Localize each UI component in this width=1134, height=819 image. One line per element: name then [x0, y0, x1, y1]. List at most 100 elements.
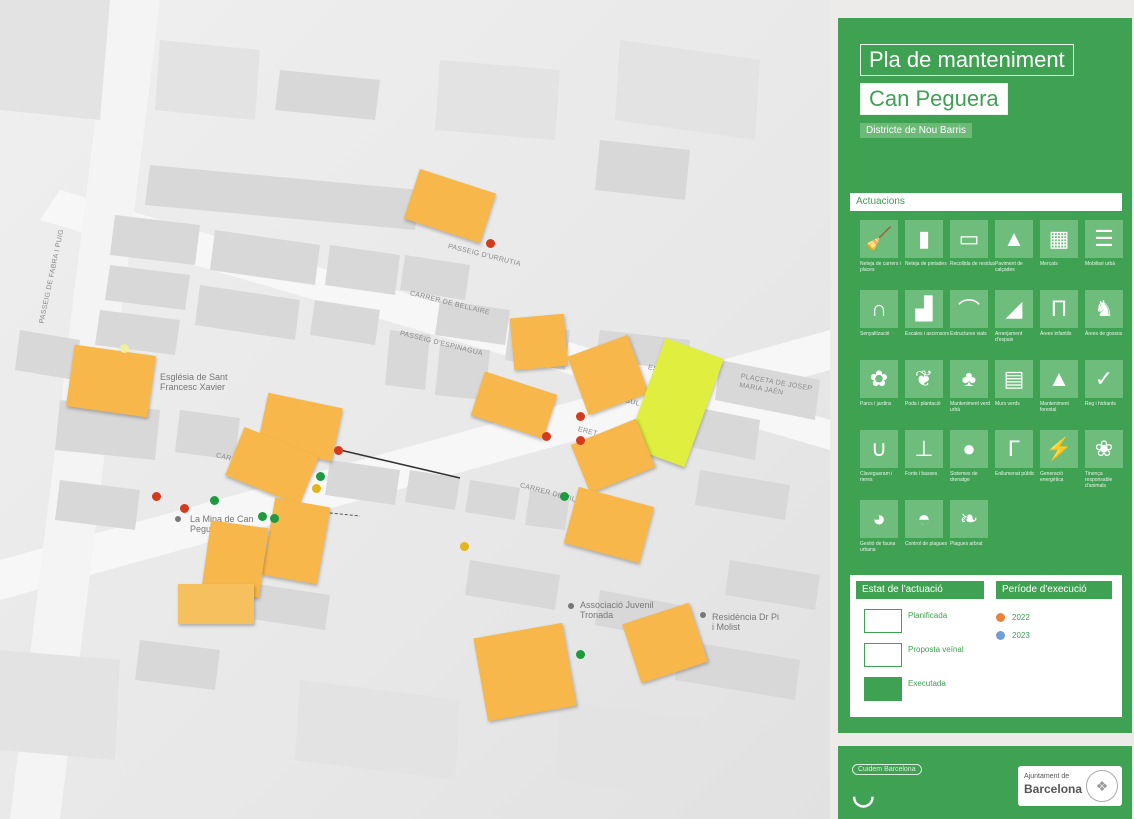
legend-panel: Pla de manteniment Can Peguera Districte…: [838, 18, 1132, 733]
status-executed-label: Executada: [908, 679, 946, 688]
yellow-dot: [312, 484, 321, 493]
status-proposal-label: Proposta veïnal: [908, 645, 964, 654]
actuacio-label: Paviment de calçades: [995, 261, 1023, 273]
red-dot: [180, 504, 189, 513]
status-heading: Estat de l'actuació: [856, 581, 984, 599]
actuacio-label: Senyalització: [860, 331, 890, 337]
actuacio-label: Estructures vials: [950, 331, 987, 337]
trowel-icon: ◢: [995, 290, 1033, 328]
green-dot: [210, 496, 219, 505]
ajuntament-logo: Ajuntament de Barcelona ❖: [1018, 766, 1122, 806]
red-dot: [334, 446, 343, 455]
swing-icon: Π: [1040, 290, 1078, 328]
u-turn-icon: ∩: [860, 290, 898, 328]
green-dot: [258, 512, 267, 521]
pale-yellow-dot: [120, 344, 129, 353]
cuidem-tag: Cuidem Barcelona: [852, 764, 922, 775]
yellow-dot: [460, 542, 469, 551]
district-label: Districte de Nou Barris: [860, 123, 973, 138]
actuacio-label: Neteja de pintades: [905, 261, 947, 267]
rat-icon: ◓: [905, 500, 943, 538]
fountain-icon: ⊥: [905, 430, 943, 468]
sewer-icon: ∪: [860, 430, 898, 468]
actuacio-label: Escales i ascensors: [905, 331, 950, 337]
lightning-icon: ⚡: [1040, 430, 1078, 468]
city-seal-icon: ❖: [1086, 770, 1118, 802]
wall-plant-icon: ▤: [995, 360, 1033, 398]
place-marker: [700, 612, 706, 618]
actuacions-heading: Actuacions: [850, 193, 1122, 211]
actuacio-label: Fonts i basses: [905, 471, 938, 477]
period-2023-label: 2023: [1012, 631, 1030, 640]
sticky-note: [473, 622, 577, 722]
red-dot: [486, 239, 495, 248]
status-proposal-icon: [864, 643, 902, 667]
panel-title-line2: Can Peguera: [860, 83, 1008, 115]
red-dot: [576, 412, 585, 421]
green-dot: [316, 472, 325, 481]
broom-bucket-icon: 🧹: [860, 220, 898, 258]
red-dot: [576, 436, 585, 445]
actuacio-label: Plagues arbrat: [950, 541, 983, 547]
pot-plant-icon: ♣: [950, 360, 988, 398]
red-dot: [542, 432, 551, 441]
actuacio-label: Clavegueram i rieres: [860, 471, 893, 483]
actuacio-label: Àrees de gossos: [1085, 331, 1123, 337]
status-planned-label: Planificada: [908, 611, 948, 620]
actuacio-label: Neteja de carrers i places: [860, 261, 901, 273]
sticky-note: [178, 584, 254, 624]
paw-icon: ❀: [1085, 430, 1123, 468]
stairs-icon: ▟: [905, 290, 943, 328]
road-icon: ▲: [995, 220, 1033, 258]
map-area: PASSEIG D'URRUTIA CARRER DE BELLAIRE PAS…: [0, 0, 830, 819]
dog-icon: ♞: [1085, 290, 1123, 328]
red-dot: [152, 492, 161, 501]
paint-roller-icon: ▮: [905, 220, 943, 258]
actuacio-label: Gestió de fauna urbana: [860, 541, 896, 553]
actuacio-label: Sistemes de drenatge: [950, 471, 978, 483]
streetlight-icon: Γ: [995, 430, 1033, 468]
drop-icon: ●: [950, 430, 988, 468]
actuacio-label: Manteniment verd urbà: [950, 401, 991, 413]
green-dot: [560, 492, 569, 501]
place-marker: [175, 516, 181, 522]
place-label-esglesia: Església de Sant Francesc Xavier: [160, 372, 228, 392]
status-legend-box: Estat de l'actuació Període d'execució P…: [850, 575, 1122, 717]
ajuntament-line2: Barcelona: [1024, 782, 1083, 796]
period-2023-dot: [996, 631, 1005, 640]
footer-panel: Cuidem Barcelona ◡ Ajuntament de Barcelo…: [838, 746, 1132, 819]
leaf-icon: ❦: [905, 360, 943, 398]
sticky-note: [66, 344, 156, 418]
actuacio-label: Àrees infantils: [1040, 331, 1072, 337]
actuacio-label: Mobiliari urbà: [1085, 261, 1116, 267]
actuacio-label: Enllumenat públic: [995, 471, 1035, 477]
period-2022-dot: [996, 613, 1005, 622]
bird-icon: ◕: [860, 500, 898, 538]
actuacio-label: Parcs i jardins: [860, 401, 892, 407]
bin-icon: ▭: [950, 220, 988, 258]
green-dot: [270, 514, 279, 523]
tree-icon: ▲: [1040, 360, 1078, 398]
period-2022-label: 2022: [1012, 613, 1030, 622]
actuacio-label: Poda i plantació: [905, 401, 941, 407]
place-marker: [568, 603, 574, 609]
actuacio-label: Reg i hidrants: [1085, 401, 1116, 407]
flower-icon: ✿: [860, 360, 898, 398]
actuacio-label: Mercats: [1040, 261, 1058, 267]
status-executed-icon: [864, 677, 902, 701]
leaf-pest-icon: ❧: [950, 500, 988, 538]
place-label-residencia: Residència Dr Pi i Molist: [712, 612, 780, 632]
actuacio-label: Tinença responsable d'animals: [1085, 471, 1113, 489]
actuacio-label: Recollida de residus: [950, 261, 996, 267]
actuacio-label: Generació energètica: [1040, 471, 1064, 483]
sticky-note: [509, 313, 569, 371]
actuacio-label: Murs verds: [995, 401, 1020, 407]
actuacio-label: Control de plagues: [905, 541, 947, 547]
actuacio-label: Manteniment forestal: [1040, 401, 1069, 413]
panel-title-line1: Pla de manteniment: [860, 44, 1074, 76]
green-dot: [576, 650, 585, 659]
bench-icon: ☰: [1085, 220, 1123, 258]
period-heading: Període d'execució: [996, 581, 1112, 599]
check-icon: ✓: [1085, 360, 1123, 398]
ajuntament-line1: Ajuntament de: [1024, 773, 1070, 780]
